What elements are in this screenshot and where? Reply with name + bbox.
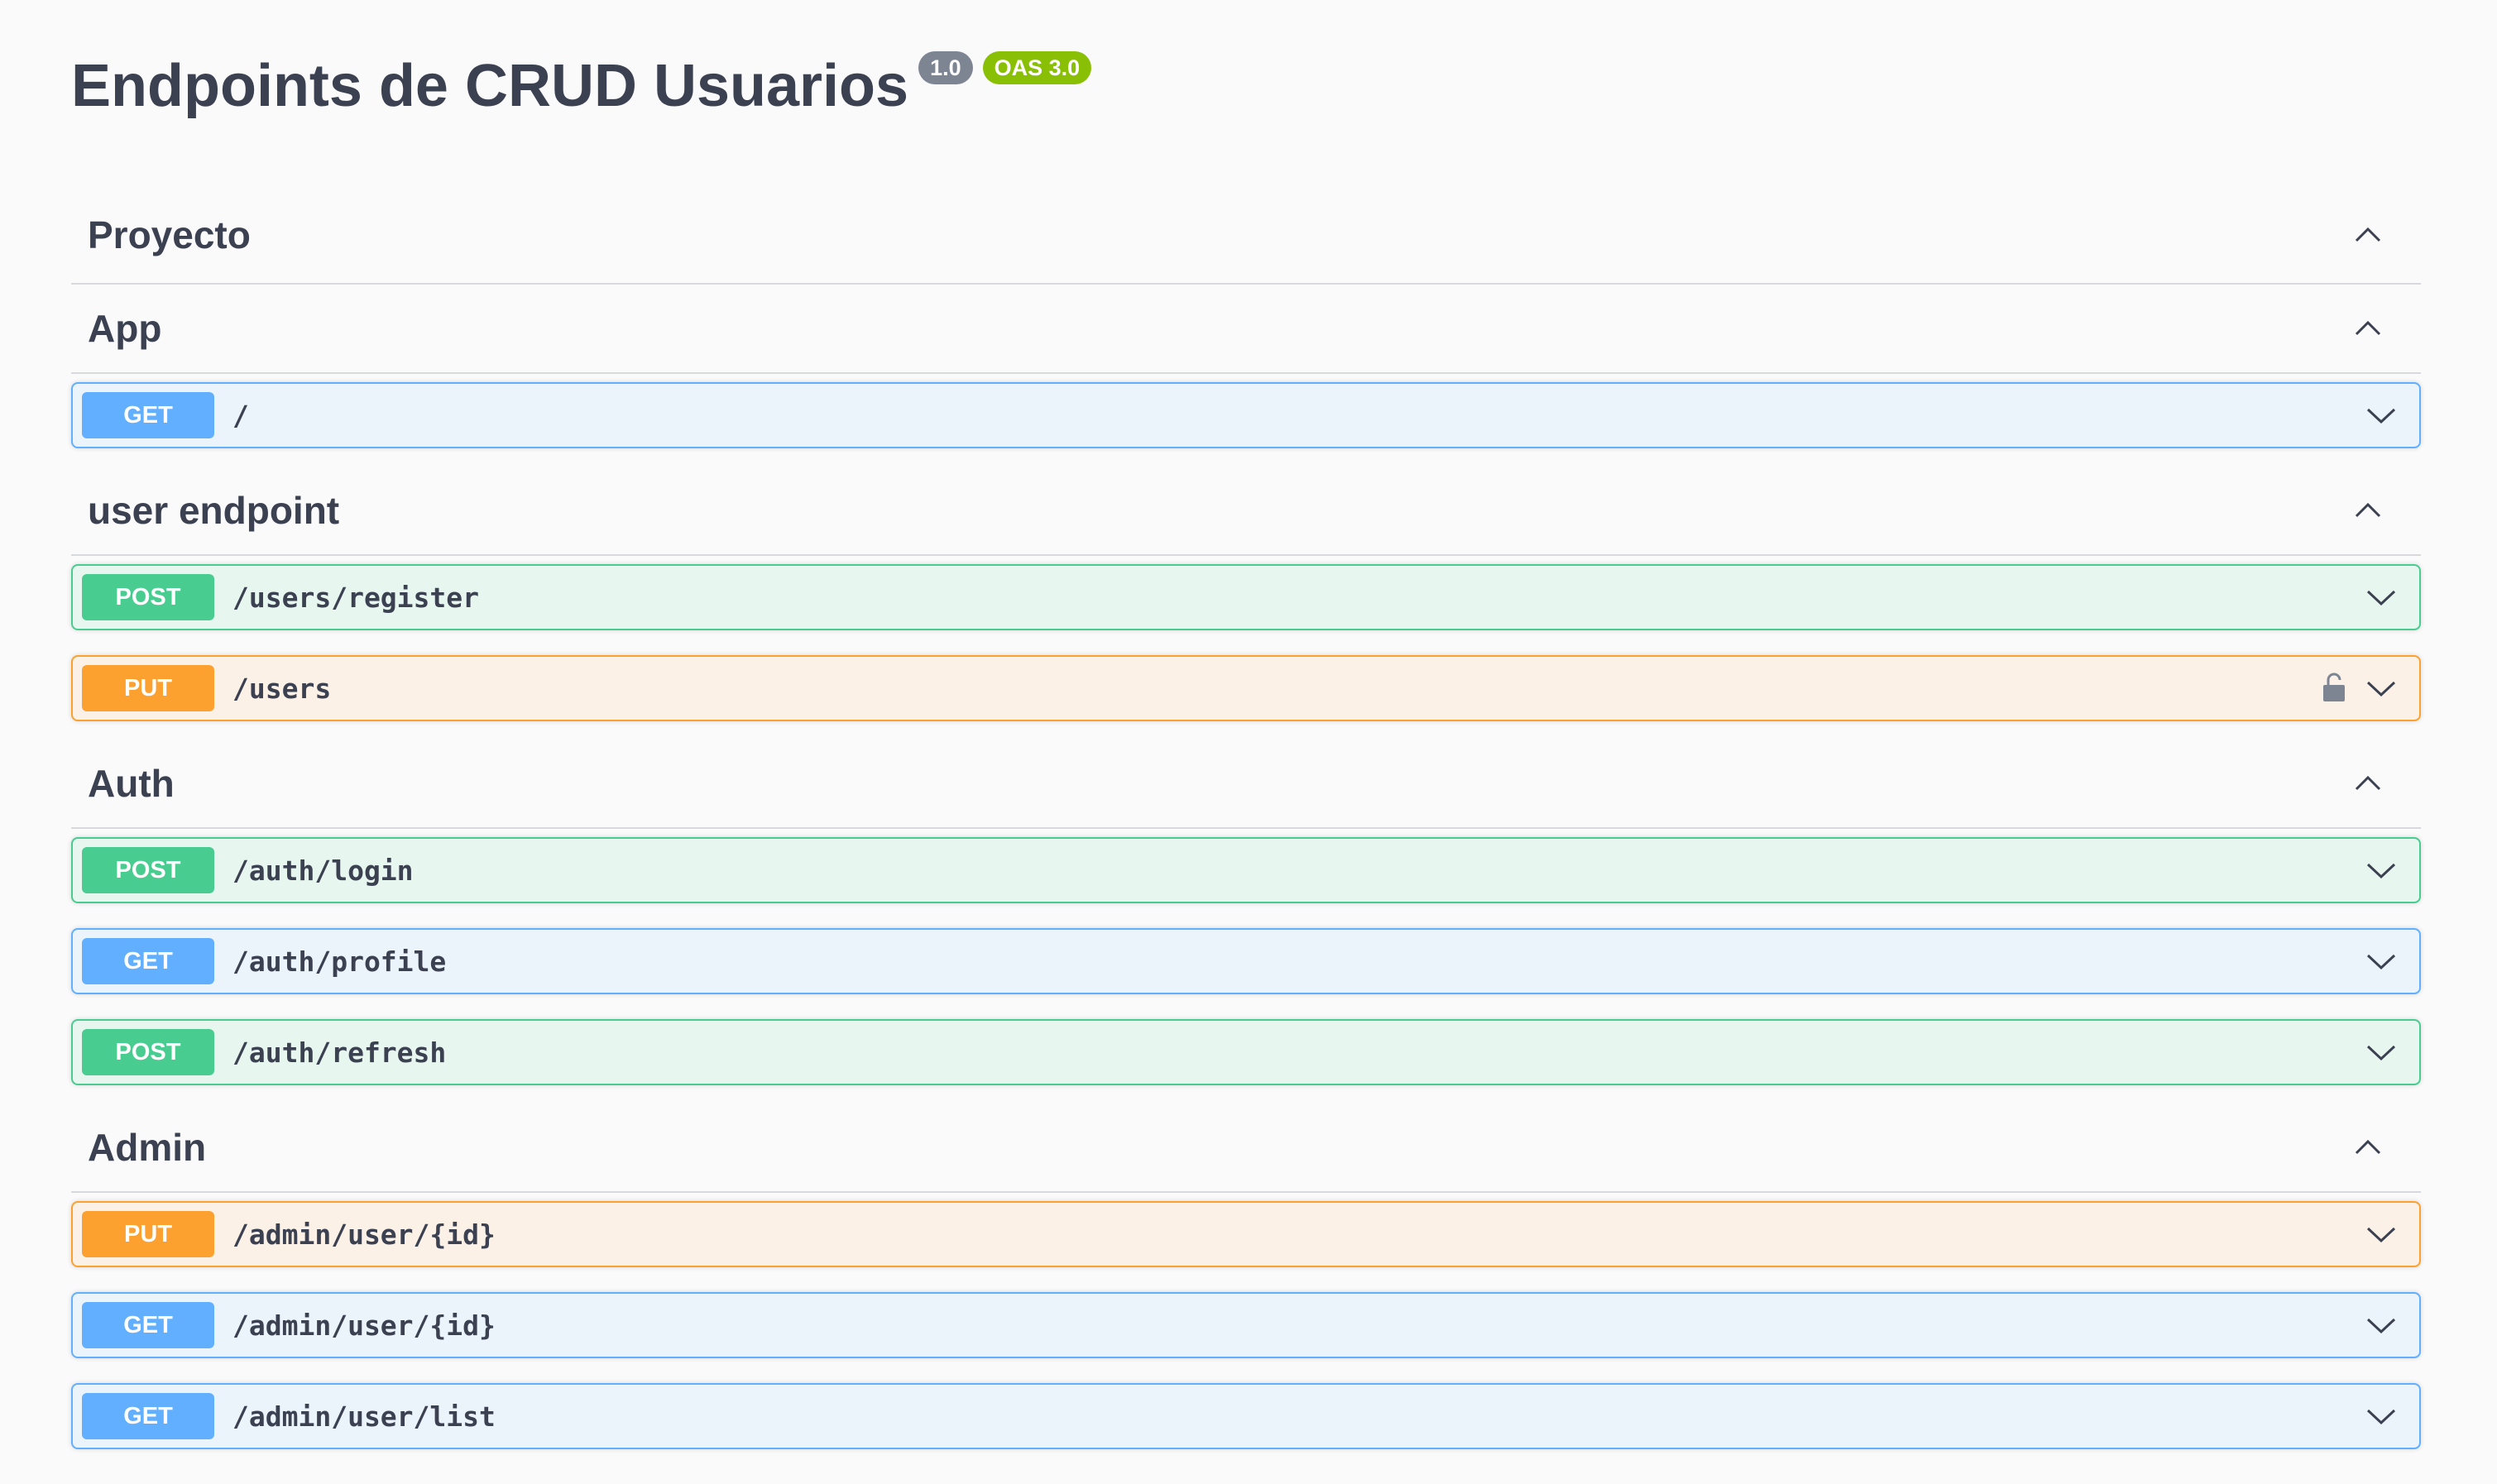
tag-header-auth[interactable]: Auth — [71, 740, 2421, 829]
chevron-up-icon[interactable] — [2351, 1131, 2384, 1164]
page-title: Endpoints de CRUD Usuarios — [71, 53, 909, 119]
method-badge: GET — [82, 1302, 214, 1348]
method-badge: GET — [82, 392, 214, 438]
method-badge: POST — [82, 574, 214, 620]
method-badge: POST — [82, 1029, 214, 1075]
tag-section-auth: Auth POST /auth/login GET /auth/profile — [71, 740, 2421, 1103]
operation-path: /auth/refresh — [232, 1036, 447, 1069]
tag-header-user-endpoint[interactable]: user endpoint — [71, 467, 2421, 556]
tag-section-proyecto: Proyecto — [71, 187, 2421, 285]
operation-row[interactable]: POST /users/register — [71, 564, 2421, 630]
chevron-up-icon[interactable] — [2351, 767, 2384, 800]
version-badge: 1.0 — [918, 51, 973, 84]
operation-path: /admin/user/{id} — [232, 1218, 496, 1251]
swagger-page: Endpoints de CRUD Usuarios 1.0 OAS 3.0 P… — [0, 0, 2497, 1484]
method-badge: PUT — [82, 665, 214, 711]
operation-path: /auth/login — [232, 854, 414, 887]
operation-row[interactable]: GET /admin/user/list — [71, 1383, 2421, 1449]
operations-list: Proyecto App GET / user endpoint POST /u… — [71, 187, 2421, 1467]
lock-icon[interactable] — [2322, 670, 2346, 703]
operation-path: / — [232, 399, 249, 432]
operation-path: /users/register — [232, 581, 480, 614]
tag-name: Auth — [88, 762, 175, 805]
operation-path: /auth/profile — [232, 945, 447, 978]
operation-row[interactable]: POST /auth/refresh — [71, 1019, 2421, 1085]
tag-name: App — [88, 307, 162, 350]
tag-operations: POST /auth/login GET /auth/profile POST … — [71, 829, 2421, 1103]
tag-name: Admin — [88, 1126, 207, 1169]
tag-operations: GET / — [71, 374, 2421, 467]
method-badge: GET — [82, 938, 214, 984]
chevron-down-icon[interactable] — [2365, 1036, 2398, 1069]
tag-header-app[interactable]: App — [71, 285, 2421, 374]
operation-path: /admin/user/list — [232, 1400, 496, 1433]
method-badge: GET — [82, 1393, 214, 1439]
operation-path: /admin/user/{id} — [232, 1309, 496, 1342]
tag-section-app: App GET / — [71, 285, 2421, 467]
chevron-up-icon[interactable] — [2351, 312, 2384, 345]
tag-header-admin[interactable]: Admin — [71, 1103, 2421, 1193]
operation-path: /users — [232, 672, 332, 705]
chevron-down-icon[interactable] — [2365, 1400, 2398, 1433]
chevron-up-icon[interactable] — [2351, 218, 2384, 251]
tag-header-proyecto[interactable]: Proyecto — [71, 187, 2421, 285]
operation-row[interactable]: PUT /users — [71, 655, 2421, 721]
chevron-down-icon[interactable] — [2365, 945, 2398, 978]
chevron-down-icon[interactable] — [2365, 1309, 2398, 1342]
operation-row[interactable]: GET /admin/user/{id} — [71, 1292, 2421, 1358]
operation-row[interactable]: POST /auth/login — [71, 837, 2421, 903]
operation-row[interactable]: GET / — [71, 382, 2421, 448]
chevron-up-icon[interactable] — [2351, 494, 2384, 527]
tag-name: user endpoint — [88, 489, 340, 532]
operation-row[interactable]: PUT /admin/user/{id} — [71, 1201, 2421, 1267]
method-badge: POST — [82, 847, 214, 893]
tag-section-user-endpoint: user endpoint POST /users/register PUT /… — [71, 467, 2421, 740]
chevron-down-icon[interactable] — [2365, 399, 2398, 432]
tag-name: Proyecto — [88, 213, 251, 256]
method-badge: PUT — [82, 1211, 214, 1257]
chevron-down-icon[interactable] — [2365, 854, 2398, 887]
api-info-header: Endpoints de CRUD Usuarios 1.0 OAS 3.0 — [71, 43, 1092, 134]
operation-row[interactable]: GET /auth/profile — [71, 928, 2421, 994]
chevron-down-icon[interactable] — [2365, 1218, 2398, 1251]
tag-section-admin: Admin PUT /admin/user/{id} GET /admin/us… — [71, 1103, 2421, 1467]
tag-operations: PUT /admin/user/{id} GET /admin/user/{id… — [71, 1193, 2421, 1467]
chevron-down-icon[interactable] — [2365, 672, 2398, 705]
tag-operations: POST /users/register PUT /users — [71, 556, 2421, 740]
chevron-down-icon[interactable] — [2365, 581, 2398, 614]
oas-version-badge: OAS 3.0 — [982, 51, 1092, 84]
